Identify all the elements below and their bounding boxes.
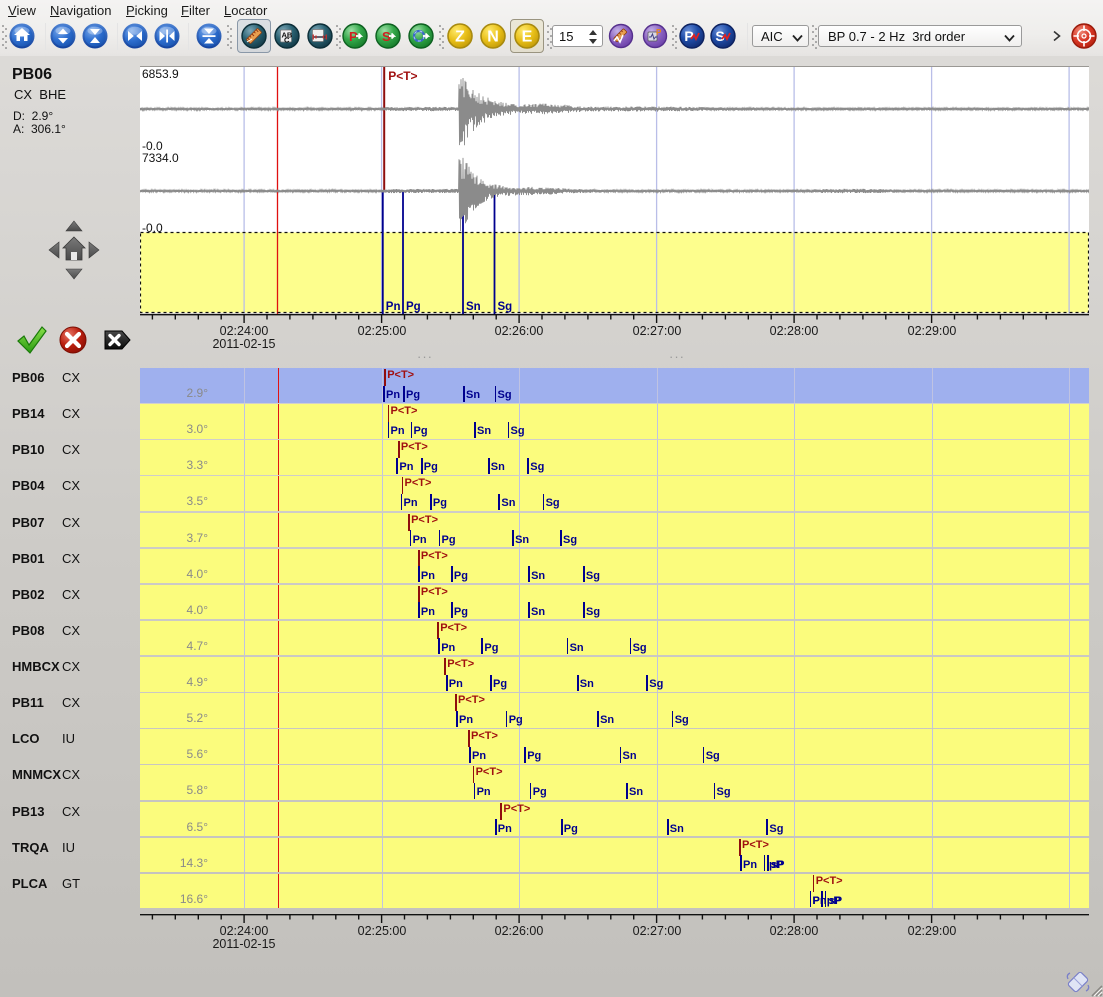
svg-text:N: N — [487, 29, 499, 46]
svg-text:Pn: Pn — [386, 301, 401, 313]
svg-text:Sg: Sg — [498, 301, 513, 313]
svg-text:Sn: Sn — [466, 301, 481, 313]
svg-text:Z: Z — [455, 29, 465, 46]
svg-text:C: C — [284, 36, 290, 45]
svg-text:P: P — [656, 28, 662, 37]
svg-text:P<T>: P<T> — [388, 69, 417, 83]
svg-text:E: E — [522, 29, 533, 46]
svg-text:Pg: Pg — [406, 301, 421, 313]
